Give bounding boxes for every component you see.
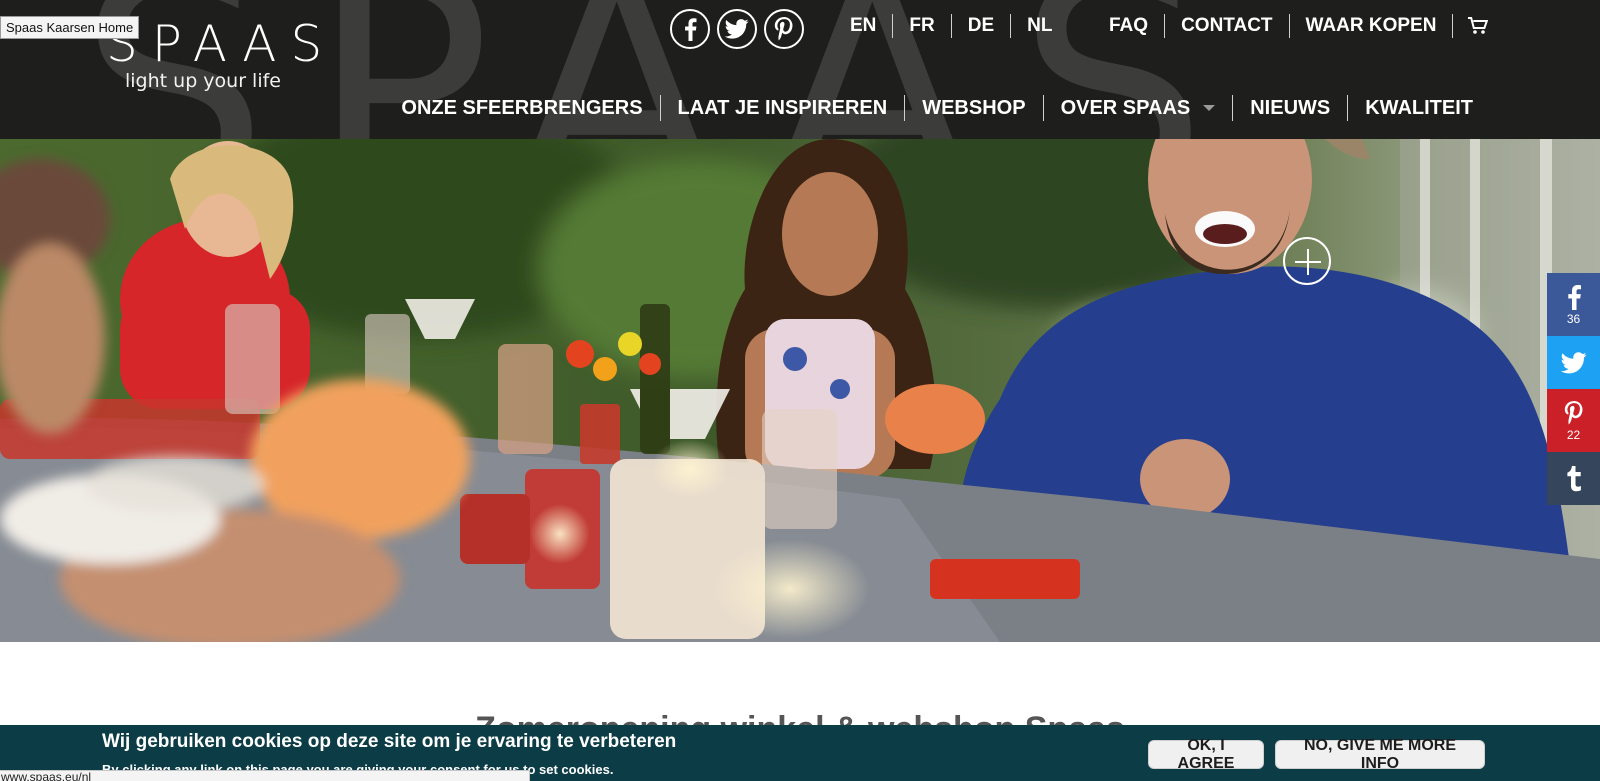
nav-onze-sfeerbrengers[interactable]: ONZE SFEERBRENGERS: [384, 95, 659, 121]
pinterest-icon: [774, 17, 793, 41]
cart-link[interactable]: [1452, 14, 1489, 38]
pinterest-link[interactable]: [764, 9, 804, 49]
logo-tagline: light up your life: [125, 70, 281, 92]
share-twitter-button[interactable]: [1547, 336, 1600, 389]
pinterest-icon: [1564, 401, 1582, 425]
main-nav: ONZE SFEERBRENGERS LAAT JE INSPIREREN WE…: [384, 95, 1473, 121]
side-share-bar: 36 22: [1547, 273, 1600, 505]
lang-fr[interactable]: FR: [892, 14, 950, 38]
browser-status-url: www.spaas.eu/nl: [0, 770, 530, 781]
utility-nav: FAQ CONTACT WAAR KOPEN: [1093, 14, 1489, 38]
zoom-plus-icon[interactable]: [1283, 237, 1331, 285]
cart-icon: [1468, 17, 1489, 34]
nav-item-label: ONZE SFEERBRENGERS: [401, 97, 643, 119]
facebook-icon: [1567, 285, 1581, 310]
nav-webshop[interactable]: WEBSHOP: [904, 95, 1042, 121]
facebook-icon: [685, 18, 697, 41]
cookie-agree-button[interactable]: OK, I AGREE: [1148, 737, 1264, 772]
facebook-link[interactable]: [670, 9, 710, 49]
share-count: 36: [1566, 312, 1581, 326]
hero-image: [0, 139, 1600, 642]
language-switcher: EN FR DE NL: [834, 14, 1068, 38]
nav-nieuws[interactable]: NIEUWS: [1232, 95, 1347, 121]
contact-link[interactable]: CONTACT: [1164, 14, 1288, 38]
tumblr-icon: [1566, 465, 1581, 491]
nav-laat-je-inspireren[interactable]: LAAT JE INSPIREREN: [659, 95, 905, 121]
nav-item-label: WEBSHOP: [922, 97, 1026, 119]
share-count: 22: [1566, 428, 1581, 442]
site-header: SPAAS SPAAS light up your life EN FR DE …: [0, 0, 1600, 139]
twitter-icon: [1560, 351, 1586, 373]
nav-item-label: OVER SPAAS: [1060, 97, 1191, 119]
share-tumblr-button[interactable]: [1547, 452, 1600, 505]
cookie-more-info-button[interactable]: NO, GIVE ME MORE INFO: [1275, 737, 1485, 772]
chevron-down-icon: [1203, 105, 1216, 111]
nav-over-spaas[interactable]: OVER SPAAS: [1042, 95, 1233, 121]
cookie-title: Wij gebruiken cookies op deze site om je…: [102, 731, 677, 752]
faq-link[interactable]: FAQ: [1093, 14, 1164, 38]
tooltip: Spaas Kaarsen Home: [0, 16, 140, 39]
share-pinterest-button[interactable]: 22: [1547, 389, 1600, 452]
twitter-link[interactable]: [717, 9, 757, 49]
hero-photo: [0, 139, 1600, 642]
lang-de[interactable]: DE: [950, 14, 1010, 38]
lang-en[interactable]: EN: [834, 14, 892, 38]
nav-item-label: NIEUWS: [1250, 97, 1331, 119]
share-facebook-button[interactable]: 36: [1547, 273, 1600, 336]
twitter-icon: [725, 19, 749, 39]
header-social-links: [670, 9, 804, 49]
where-to-buy-link[interactable]: WAAR KOPEN: [1288, 14, 1453, 38]
lang-nl[interactable]: NL: [1010, 14, 1068, 38]
nav-kwaliteit[interactable]: KWALITEIT: [1347, 95, 1473, 121]
nav-item-label: LAAT JE INSPIREREN: [677, 97, 888, 119]
nav-item-label: KWALITEIT: [1365, 97, 1473, 119]
